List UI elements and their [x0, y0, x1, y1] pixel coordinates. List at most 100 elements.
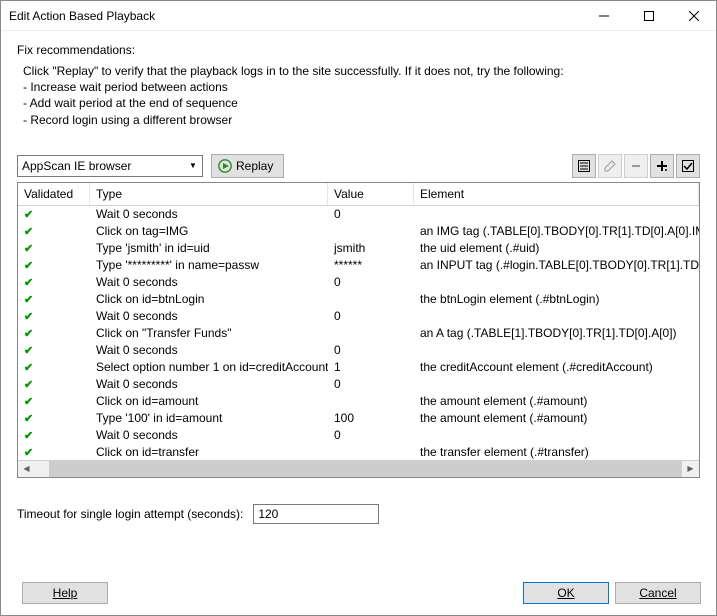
type-cell: Wait 0 seconds: [90, 343, 328, 357]
column-element[interactable]: Element: [414, 183, 699, 205]
ok-button[interactable]: OK: [523, 582, 609, 604]
recommendation-line: Click "Replay" to verify that the playba…: [23, 63, 700, 79]
scroll-left-icon[interactable]: ◀: [18, 460, 35, 477]
table-row[interactable]: ✔ Type '*********' in name=passw******an …: [18, 257, 699, 274]
scroll-right-icon[interactable]: ▶: [682, 460, 699, 477]
validated-cell: ✔: [18, 394, 90, 408]
checkmark-icon: ✔: [24, 294, 33, 306]
recommendation-line: - Increase wait period between actions: [23, 79, 700, 95]
title-bar: Edit Action Based Playback: [1, 1, 716, 31]
grid-body[interactable]: ✔Wait 0 seconds0✔Click on tag=IMGan IMG …: [18, 206, 699, 460]
checkmark-icon: ✔: [24, 396, 33, 408]
cancel-button[interactable]: Cancel: [615, 582, 701, 604]
type-cell: Click on id=transfer: [90, 445, 328, 459]
maximize-button[interactable]: [626, 1, 671, 31]
validated-cell: ✔: [18, 360, 90, 374]
table-row[interactable]: ✔Wait 0 seconds0: [18, 376, 699, 393]
close-icon: [689, 11, 699, 21]
table-row[interactable]: ✔Wait 0 seconds0: [18, 274, 699, 291]
check-all-icon: [681, 159, 695, 173]
close-button[interactable]: [671, 1, 716, 31]
minimize-button[interactable]: [581, 1, 626, 31]
window-title: Edit Action Based Playback: [1, 9, 581, 23]
validated-cell: ✔: [18, 224, 90, 238]
checkmark-icon: ✔: [24, 379, 33, 391]
table-row[interactable]: ✔Type 'jsmith' in id=uidjsmiththe uid el…: [18, 240, 699, 257]
validated-cell: ✔: [18, 445, 90, 459]
help-button[interactable]: Help: [22, 582, 108, 604]
validated-cell: ✔: [18, 377, 90, 391]
add-icon: [655, 159, 669, 173]
list-button[interactable]: [572, 154, 596, 178]
column-type[interactable]: Type: [90, 183, 328, 205]
remove-icon: [629, 159, 643, 173]
element-cell: the uid element (.#uid): [414, 241, 699, 255]
validated-cell: ✔: [18, 428, 90, 442]
replay-button[interactable]: Replay: [211, 154, 284, 178]
scrollbar-thumb[interactable]: [49, 461, 682, 477]
table-row[interactable]: ✔ Wait 0 seconds0: [18, 342, 699, 359]
validated-cell: ✔: [18, 207, 90, 221]
help-label: Help: [53, 586, 78, 600]
table-row[interactable]: ✔Wait 0 seconds0: [18, 308, 699, 325]
table-row[interactable]: ✔Click on id=btnLoginthe btnLogin elemen…: [18, 291, 699, 308]
checkmark-icon: ✔: [24, 328, 33, 340]
type-cell: Wait 0 seconds: [90, 207, 328, 221]
type-cell: Type '100' in id=amount: [90, 411, 328, 425]
maximize-icon: [644, 11, 654, 21]
validated-cell: ✔: [18, 411, 90, 425]
checkmark-icon: ✔: [24, 362, 33, 374]
play-icon: [218, 159, 232, 173]
table-row[interactable]: ✔Click on tag=IMGan IMG tag (.TABLE[0].T…: [18, 223, 699, 240]
table-row[interactable]: ✔Click on id=amountthe amount element (.…: [18, 393, 699, 410]
column-value[interactable]: Value: [328, 183, 414, 205]
validated-cell: ✔: [18, 326, 90, 340]
minimize-icon: [599, 11, 609, 21]
cancel-label: Cancel: [639, 586, 676, 600]
value-cell: 1: [328, 360, 414, 374]
element-cell: an INPUT tag (.#login.TABLE[0].TBODY[0].…: [414, 258, 699, 272]
value-cell: 0: [328, 343, 414, 357]
type-cell: Wait 0 seconds: [90, 428, 328, 442]
table-row[interactable]: ✔ Wait 0 seconds0: [18, 206, 699, 223]
type-cell: Wait 0 seconds: [90, 377, 328, 391]
chevron-down-icon: ▼: [184, 156, 202, 176]
table-row[interactable]: ✔Type '100' in id=amount100the amount el…: [18, 410, 699, 427]
checkmark-icon: ✔: [24, 243, 33, 255]
element-cell: an A tag (.TABLE[1].TBODY[0].TR[1].TD[0]…: [414, 326, 699, 340]
validated-cell: ✔: [18, 275, 90, 289]
checkmark-icon: ✔: [24, 209, 33, 221]
type-cell: Type '*********' in name=passw: [90, 258, 328, 272]
type-cell: Click on tag=IMG: [90, 224, 328, 238]
table-row[interactable]: ✔ Click on id=transfer the transfer elemen…: [18, 444, 699, 460]
actions-grid: Validated Type Value Element ✔Wait 0 sec…: [17, 182, 700, 478]
table-row[interactable]: ✔ Click on "Transfer Funds" an A tag (.TAB…: [18, 325, 699, 342]
timeout-row: Timeout for single login attempt (second…: [17, 504, 700, 524]
horizontal-scrollbar[interactable]: ◀ ▶: [18, 460, 699, 477]
element-cell: the transfer element (.#transfer): [414, 445, 699, 459]
value-cell: ******: [328, 258, 414, 272]
recommendation-line: - Record login using a different browser: [23, 112, 700, 128]
table-row[interactable]: ✔Select option number 1 on id=creditAcco…: [18, 359, 699, 376]
dialog-footer: Help OK Cancel: [16, 582, 701, 604]
validated-cell: ✔: [18, 343, 90, 357]
validated-cell: ✔: [18, 241, 90, 255]
remove-button: [624, 154, 648, 178]
value-cell: 0: [328, 207, 414, 221]
browser-select[interactable]: AppScan IE browser ▼: [17, 155, 203, 177]
type-cell: Click on "Transfer Funds": [90, 326, 328, 340]
grid-header: Validated Type Value Element: [18, 183, 699, 206]
validated-cell: ✔: [18, 258, 90, 272]
column-validated[interactable]: Validated: [18, 183, 90, 205]
checkmark-icon: ✔: [24, 430, 33, 442]
element-cell: the btnLogin element (.#btnLogin): [414, 292, 699, 306]
checkmark-icon: ✔: [24, 447, 33, 459]
table-row[interactable]: ✔Wait 0 seconds0: [18, 427, 699, 444]
add-button[interactable]: [650, 154, 674, 178]
type-cell: Click on id=amount: [90, 394, 328, 408]
edit-icon: [603, 159, 617, 173]
checkmark-icon: ✔: [24, 260, 33, 272]
check-all-button[interactable]: [676, 154, 700, 178]
checkmark-icon: ✔: [24, 345, 33, 357]
timeout-input[interactable]: [253, 504, 379, 524]
